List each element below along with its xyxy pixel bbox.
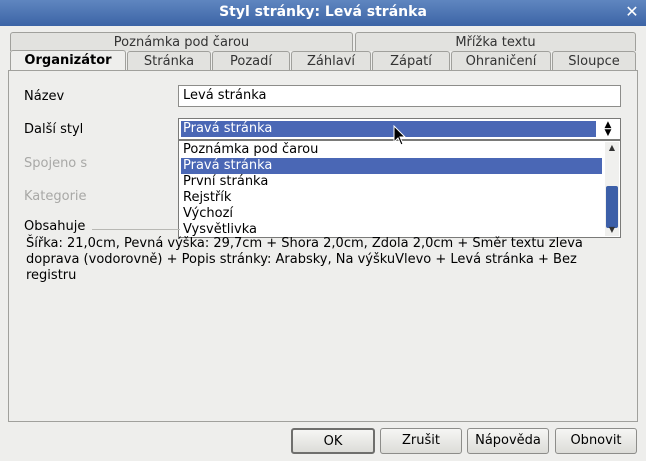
tab-footnote[interactable]: Poznámka pod čarou: [10, 32, 353, 51]
name-label: Název: [24, 89, 65, 104]
ok-button[interactable]: OK: [291, 428, 375, 454]
dropdown-item[interactable]: Rejstřík: [181, 190, 602, 206]
tab-page[interactable]: Stránka: [127, 51, 211, 70]
next-style-value: Pravá stránka: [181, 121, 596, 137]
contains-text: Šířka: 21,0cm, Pevná výška: 29,7cm + Sho…: [26, 236, 583, 283]
scroll-up-icon[interactable]: ▲: [605, 142, 619, 154]
tab-organizer[interactable]: Organizátor: [10, 50, 126, 71]
dropdown-item[interactable]: Výchozí: [181, 206, 602, 222]
tab-text-grid[interactable]: Mřížka textu: [355, 32, 636, 51]
cancel-button[interactable]: Zrušit: [380, 428, 462, 454]
next-style-label: Další styl: [24, 122, 84, 137]
dropdown-item[interactable]: První stránka: [181, 174, 602, 190]
name-field[interactable]: Levá stránka: [178, 85, 621, 107]
window-title: Styl stránky: Levá stránka: [219, 4, 427, 20]
linked-label: Spojeno s: [24, 156, 88, 171]
dropdown-item-selected[interactable]: Pravá stránka: [181, 158, 602, 174]
tab-columns[interactable]: Sloupce: [552, 51, 636, 70]
mouse-pointer-icon: [393, 125, 407, 146]
tab-borders[interactable]: Ohraničení: [451, 51, 551, 70]
dropdown-scrollbar[interactable]: ▲ ▼: [605, 142, 619, 236]
updown-arrow-icon[interactable]: ▲ ▼: [599, 121, 617, 138]
next-style-dropdown[interactable]: Poznámka pod čarou Pravá stránka První s…: [178, 140, 621, 238]
scroll-thumb[interactable]: [606, 186, 618, 228]
tab-footer[interactable]: Zápatí: [372, 51, 450, 70]
tab-background[interactable]: Pozadí: [212, 51, 290, 70]
tab-header[interactable]: Záhlaví: [291, 51, 371, 70]
help-button[interactable]: Nápověda: [467, 428, 549, 454]
dropdown-item[interactable]: Poznámka pod čarou: [181, 142, 602, 158]
section-divider: [92, 229, 180, 230]
close-icon[interactable]: ✕: [624, 4, 640, 20]
contains-label: Obsahuje: [24, 219, 86, 234]
reset-button[interactable]: Obnovit: [555, 428, 637, 454]
title-bar: Styl stránky: Levá stránka ✕: [0, 0, 646, 26]
scroll-down-icon[interactable]: ▼: [605, 224, 619, 236]
category-label: Kategorie: [24, 189, 87, 204]
